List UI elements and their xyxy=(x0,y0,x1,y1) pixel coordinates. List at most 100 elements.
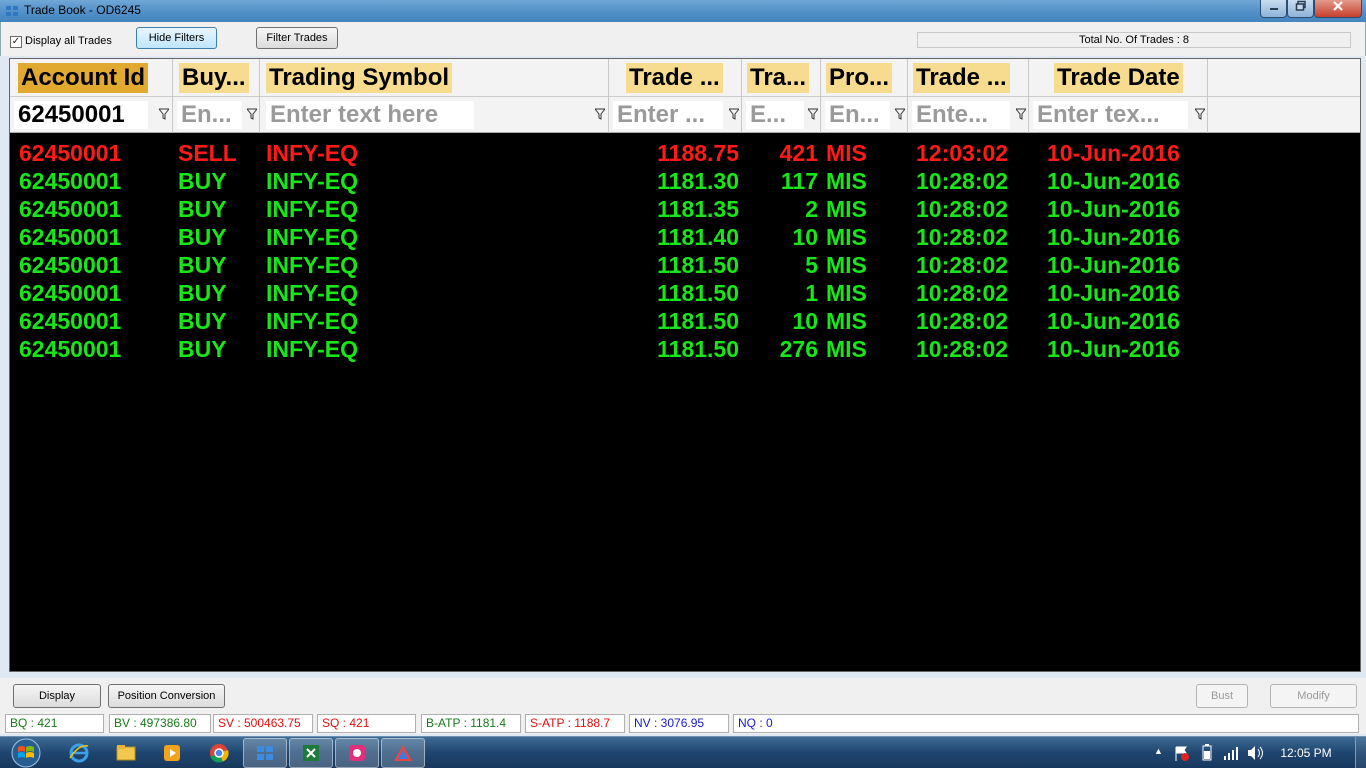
taskbar-internet-explorer[interactable] xyxy=(57,738,101,768)
cell-symbol: INFY-EQ xyxy=(266,336,359,362)
table-row[interactable]: 62450001 BUY INFY-EQ 1181.50 5 MIS 10:28:02 10-… xyxy=(10,251,1360,279)
filter-input-trade-time[interactable]: Ente... xyxy=(912,101,1010,129)
funnel-icon[interactable] xyxy=(157,108,171,122)
funnel-icon[interactable] xyxy=(806,108,820,122)
taskbar-trade-app[interactable] xyxy=(243,738,287,768)
header-label: Trade ... xyxy=(913,63,1010,93)
cell-buysell: SELL xyxy=(178,140,237,166)
cell-time: 10:28:02 xyxy=(916,224,1009,250)
taskbar: ▲ 12:05 PM xyxy=(0,736,1366,768)
cell-account: 62450001 xyxy=(19,308,122,334)
taskbar-chrome[interactable] xyxy=(197,738,241,768)
filter-input-trade-qty[interactable]: E... xyxy=(746,101,804,129)
column-header-account-id[interactable]: Account Id xyxy=(10,59,173,97)
table-row[interactable]: 62450001 BUY INFY-EQ 1181.50 276 MIS 10:28:02 1… xyxy=(10,335,1360,363)
app-icon xyxy=(349,745,365,761)
tray-battery[interactable] xyxy=(1198,737,1216,768)
cell-time: 10:28:02 xyxy=(916,280,1009,306)
cell-qty: 276 xyxy=(779,336,818,362)
filter-input-trade-date[interactable]: Enter tex... xyxy=(1033,101,1188,129)
filter-input-account-id[interactable]: 62450001 xyxy=(14,101,148,129)
window-title: Trade Book - OD6245 xyxy=(24,3,141,17)
cell-qty: 117 xyxy=(780,168,818,194)
display-all-label: Display all Trades xyxy=(25,35,112,47)
position-conversion-button[interactable]: Position Conversion xyxy=(108,684,225,708)
tray-volume[interactable] xyxy=(1245,737,1265,768)
start-button[interactable] xyxy=(4,737,48,768)
header-label: Account Id xyxy=(18,63,148,93)
cell-product: MIS xyxy=(826,336,867,362)
cell-time: 10:28:02 xyxy=(916,252,1009,278)
column-header-trade-qty[interactable]: Tra... xyxy=(743,59,821,97)
funnel-icon[interactable] xyxy=(893,108,907,122)
cell-date: 10-Jun-2016 xyxy=(1047,224,1180,250)
filter-trades-button[interactable]: Filter Trades xyxy=(256,27,338,49)
display-all-checkbox[interactable]: ✓ xyxy=(10,36,22,48)
cell-symbol: INFY-EQ xyxy=(266,224,359,250)
cell-date: 10-Jun-2016 xyxy=(1047,336,1180,362)
filter-cell-account-id: 62450001 xyxy=(10,97,173,133)
funnel-icon[interactable] xyxy=(245,108,259,122)
filter-cell-trading-symbol: Enter text here xyxy=(261,97,609,133)
close-icon xyxy=(1333,1,1343,11)
minimize-button[interactable] xyxy=(1260,0,1287,18)
column-header-buy-sell[interactable]: Buy... xyxy=(174,59,260,97)
table-row[interactable]: 62450001 BUY INFY-EQ 1181.30 117 MIS 10:28:02 1… xyxy=(10,167,1360,195)
cell-date: 10-Jun-2016 xyxy=(1047,252,1180,278)
table-row[interactable]: 62450001 SELL INFY-EQ 1188.75 421 MIS 12:03:02… xyxy=(10,139,1360,167)
cell-qty: 5 xyxy=(805,252,818,278)
modify-button[interactable]: Modify xyxy=(1270,684,1357,708)
filter-input-product[interactable]: En... xyxy=(825,101,890,129)
tray-action-center[interactable] xyxy=(1172,737,1190,768)
cell-account: 62450001 xyxy=(19,196,122,222)
cell-symbol: INFY-EQ xyxy=(266,252,359,278)
header-label: Trade Date xyxy=(1054,63,1183,93)
taskbar-explorer[interactable] xyxy=(104,738,148,768)
close-button[interactable] xyxy=(1314,0,1362,18)
funnel-icon[interactable] xyxy=(1193,108,1207,122)
table-row[interactable]: 62450001 BUY INFY-EQ 1181.40 10 MIS 10:28:02 10… xyxy=(10,223,1360,251)
cell-symbol: INFY-EQ xyxy=(266,196,359,222)
show-desktop-button[interactable] xyxy=(1355,737,1366,768)
table-row[interactable]: 62450001 BUY INFY-EQ 1181.35 2 MIS 10:28:02 10-… xyxy=(10,195,1360,223)
column-header-product[interactable]: Pro... xyxy=(822,59,908,97)
cell-qty: 10 xyxy=(792,224,818,250)
filter-cell-product: En... xyxy=(822,97,908,133)
status-buy-value: BV : 497386.80 xyxy=(109,714,211,733)
taskbar-excel[interactable] xyxy=(289,738,333,768)
battery-icon xyxy=(1202,744,1212,761)
status-net-value: NV : 3076.95 xyxy=(629,714,729,733)
funnel-icon[interactable] xyxy=(1014,108,1028,122)
filter-row: 62450001 En... Enter text here Enter ...… xyxy=(10,97,1360,133)
filter-input-trade-price[interactable]: Enter ... xyxy=(613,101,723,129)
column-header-trade-time[interactable]: Trade ... xyxy=(909,59,1029,97)
taskbar-app-triangle[interactable] xyxy=(381,738,425,768)
filter-input-trading-symbol[interactable]: Enter text here xyxy=(266,101,474,129)
taskbar-media-player[interactable] xyxy=(150,738,194,768)
filter-input-buy-sell[interactable]: En... xyxy=(177,101,242,129)
display-button[interactable]: Display xyxy=(13,684,101,708)
excel-icon xyxy=(303,745,319,761)
internet-explorer-icon xyxy=(69,743,89,763)
cell-product: MIS xyxy=(826,140,867,166)
table-row[interactable]: 62450001 BUY INFY-EQ 1181.50 1 MIS 10:28:02 10-… xyxy=(10,279,1360,307)
column-header-trading-symbol[interactable]: Trading Symbol xyxy=(261,59,609,97)
table-row[interactable]: 62450001 BUY INFY-EQ 1181.50 10 MIS 10:28:02 10… xyxy=(10,307,1360,335)
funnel-icon[interactable] xyxy=(727,108,741,122)
cell-account: 62450001 xyxy=(19,140,122,166)
cell-price: 1181.50 xyxy=(657,280,739,306)
funnel-icon[interactable] xyxy=(593,108,607,122)
cell-buysell: BUY xyxy=(178,252,227,278)
tray-up-arrow-icon: ▲ xyxy=(1154,746,1163,756)
taskbar-app-pink[interactable] xyxy=(335,738,379,768)
bust-button[interactable]: Bust xyxy=(1196,684,1248,708)
cell-product: MIS xyxy=(826,308,867,334)
cell-date: 10-Jun-2016 xyxy=(1047,308,1180,334)
cell-price: 1181.50 xyxy=(657,252,739,278)
column-header-trade-price[interactable]: Trade ... xyxy=(610,59,742,97)
hide-filters-button[interactable]: Hide Filters xyxy=(136,27,217,49)
tray-network[interactable] xyxy=(1221,737,1239,768)
maximize-button[interactable] xyxy=(1287,0,1314,18)
column-header-trade-date[interactable]: Trade Date xyxy=(1030,59,1208,97)
taskbar-clock[interactable]: 12:05 PM xyxy=(1276,746,1336,760)
